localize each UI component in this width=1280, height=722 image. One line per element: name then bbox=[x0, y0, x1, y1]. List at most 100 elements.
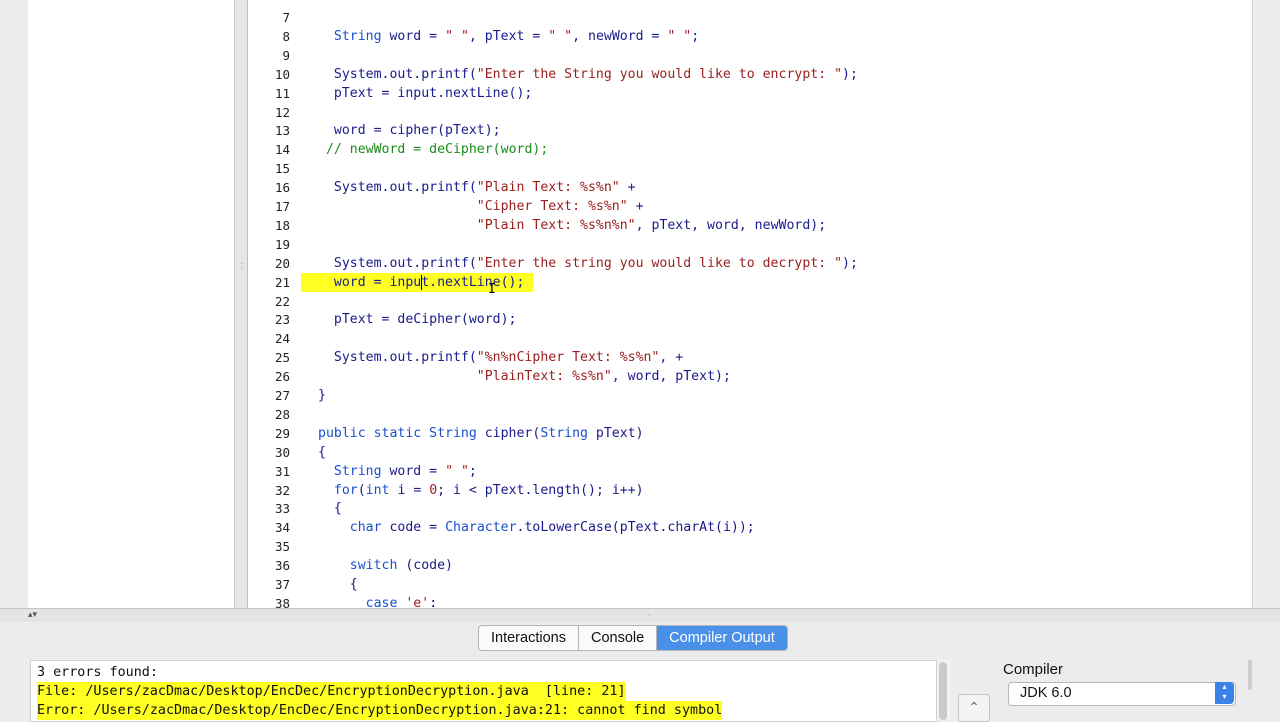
error-message[interactable]: Error: /Users/zacDmac/Desktop/EncDec/Enc… bbox=[37, 701, 723, 720]
code-line[interactable]: 12 bbox=[248, 103, 1252, 122]
code-line[interactable]: 20 System.out.printf("Enter the string y… bbox=[248, 254, 1252, 273]
line-number: 9 bbox=[282, 47, 290, 63]
code-text: System.out.printf("Enter the String you … bbox=[318, 66, 858, 82]
line-number: 34 bbox=[274, 520, 290, 536]
right-edge-scroll bbox=[1248, 660, 1252, 690]
line-number: 23 bbox=[274, 312, 290, 328]
tab-compiler-output[interactable]: Compiler Output bbox=[657, 626, 787, 650]
line-number: 26 bbox=[274, 369, 290, 385]
text-caret bbox=[421, 274, 423, 290]
code-line[interactable]: 26 "PlainText: %s%n", word, pText); bbox=[248, 367, 1252, 386]
grip-icon: ⋮ bbox=[238, 262, 246, 271]
code-line[interactable]: 32 for(int i = 0; i < pText.length(); i+… bbox=[248, 481, 1252, 500]
line-number: 20 bbox=[274, 255, 290, 271]
code-line[interactable]: 15 bbox=[248, 159, 1252, 178]
code-line[interactable]: 9 bbox=[248, 46, 1252, 65]
code-line[interactable]: 35 bbox=[248, 537, 1252, 556]
code-text: char code = Character.toLowerCase(pText.… bbox=[349, 520, 755, 536]
compiler-output-pane[interactable]: 3 errors found: File: /Users/zacDmac/Desk… bbox=[30, 660, 938, 722]
code-line[interactable]: 7 bbox=[248, 8, 1252, 27]
line-number: 8 bbox=[282, 28, 290, 44]
line-number: 17 bbox=[274, 199, 290, 214]
line-number: 11 bbox=[274, 85, 290, 101]
code-text: pText = input.nextLine(); bbox=[318, 85, 533, 101]
line-number: 19 bbox=[274, 236, 290, 252]
code-line[interactable]: 36 switch (code) bbox=[248, 556, 1252, 575]
code-text: String word = " "; bbox=[333, 463, 477, 479]
line-number: 32 bbox=[274, 482, 290, 498]
error-count: 3 errors found: bbox=[37, 665, 158, 680]
code-text: { bbox=[318, 444, 326, 460]
code-line[interactable]: 11 pText = input.nextLine(); bbox=[248, 84, 1252, 103]
code-line[interactable]: 14 // newWord = deCipher(word); bbox=[248, 140, 1252, 159]
line-number: 12 bbox=[274, 104, 290, 120]
chevron-up-icon: ⌃ bbox=[968, 699, 980, 715]
horizontal-splitter[interactable] bbox=[0, 608, 1280, 623]
tab-console[interactable]: Console bbox=[579, 626, 658, 650]
splitter-grip-icon: ◦ bbox=[648, 610, 651, 619]
line-number: 10 bbox=[274, 66, 290, 82]
code-text: // newWord = deCipher(word); bbox=[325, 142, 549, 158]
code-line[interactable]: 24 bbox=[248, 329, 1252, 348]
output-tabs: Interactions Console Compiler Output bbox=[478, 625, 788, 651]
compiler-label: Compiler bbox=[1003, 661, 1064, 678]
code-line[interactable]: 27} bbox=[248, 386, 1252, 405]
scroll-up-button[interactable]: ⌃ bbox=[958, 694, 990, 722]
line-number: 37 bbox=[274, 577, 290, 592]
line-number: 28 bbox=[274, 406, 290, 422]
line-number: 27 bbox=[274, 388, 290, 403]
code-line[interactable]: 13 word = cipher(pText); bbox=[248, 121, 1252, 140]
code-line[interactable]: 8 String word = " ", pText = " ", newWor… bbox=[248, 27, 1252, 46]
code-line[interactable]: 10 System.out.printf("Enter the String y… bbox=[248, 65, 1252, 84]
line-number: 30 bbox=[274, 444, 290, 460]
code-line[interactable]: 30 { bbox=[248, 443, 1252, 462]
code-line[interactable]: 25 System.out.printf("%n%nCipher Text: %… bbox=[248, 348, 1252, 367]
code-text: case 'e': bbox=[365, 595, 438, 608]
line-number: 13 bbox=[274, 123, 290, 139]
code-line[interactable]: 38 case 'e': bbox=[248, 594, 1252, 608]
output-scroll-thumb[interactable] bbox=[939, 662, 947, 720]
tab-interactions[interactable]: Interactions bbox=[479, 626, 579, 650]
code-text: System.out.printf("Enter the string you … bbox=[318, 255, 858, 271]
file-list-pane[interactable] bbox=[28, 0, 235, 608]
code-line[interactable]: 33 { bbox=[248, 499, 1252, 518]
line-number: 31 bbox=[274, 463, 290, 479]
compiler-select-value: JDK 6.0 bbox=[1020, 685, 1072, 701]
code-text: "Plain Text: %s%n%n", pText, word, newWo… bbox=[476, 217, 827, 233]
code-line[interactable]: 21 word = input.nextLine(); bbox=[248, 273, 1252, 292]
line-number: 35 bbox=[274, 539, 290, 555]
code-line[interactable]: 17 "Cipher Text: %s%n" + bbox=[248, 197, 1252, 216]
code-text: { bbox=[318, 501, 342, 517]
line-number: 29 bbox=[274, 425, 290, 441]
collapse-arrow-icon[interactable]: ▴▾ bbox=[28, 608, 37, 620]
line-number: 25 bbox=[274, 350, 290, 366]
error-message[interactable]: File: /Users/zacDmac/Desktop/EncDec/Encr… bbox=[37, 682, 626, 701]
code-line[interactable]: 37 { bbox=[248, 575, 1252, 594]
code-line[interactable]: 29 public static String cipher(String pTe… bbox=[248, 424, 1252, 443]
code-line[interactable]: 19 bbox=[248, 235, 1252, 254]
line-number: 36 bbox=[274, 558, 290, 574]
code-text: System.out.printf("%n%nCipher Text: %s%n… bbox=[318, 350, 684, 366]
left-gutter bbox=[0, 0, 26, 608]
code-text: } bbox=[318, 388, 326, 403]
code-text: public static String cipher(String pText… bbox=[318, 425, 644, 441]
line-number: 18 bbox=[274, 217, 290, 233]
code-text: "PlainText: %s%n", word, pText); bbox=[476, 369, 731, 385]
code-text: "Cipher Text: %s%n" + bbox=[476, 199, 644, 214]
code-text: for(int i = 0; i < pText.length(); i++) bbox=[333, 482, 644, 498]
code-line[interactable]: 31 String word = " "; bbox=[248, 462, 1252, 481]
code-line[interactable]: 18 "Plain Text: %s%n%n", pText, word, ne… bbox=[248, 216, 1252, 235]
line-number: 24 bbox=[274, 331, 290, 347]
code-line[interactable]: 23 pText = deCipher(word); bbox=[248, 310, 1252, 329]
line-number: 15 bbox=[274, 161, 290, 177]
code-line[interactable]: 34 char code = Character.toLowerCase(pTe… bbox=[248, 518, 1252, 537]
code-line[interactable]: 28 bbox=[248, 405, 1252, 424]
text-cursor-icon: I bbox=[488, 282, 496, 297]
select-arrows-icon[interactable]: ▴ ▾ bbox=[1215, 682, 1234, 704]
editor-scrollbar[interactable] bbox=[1252, 0, 1280, 608]
pane-divider[interactable] bbox=[235, 0, 248, 608]
code-editor[interactable]: 7 8 String word = " ", pText = " ", newWo… bbox=[248, 0, 1252, 608]
code-line[interactable]: 16 System.out.printf("Plain Text: %s%n" … bbox=[248, 178, 1252, 197]
code-line[interactable]: 22 bbox=[248, 292, 1252, 311]
line-number: 33 bbox=[274, 501, 290, 517]
